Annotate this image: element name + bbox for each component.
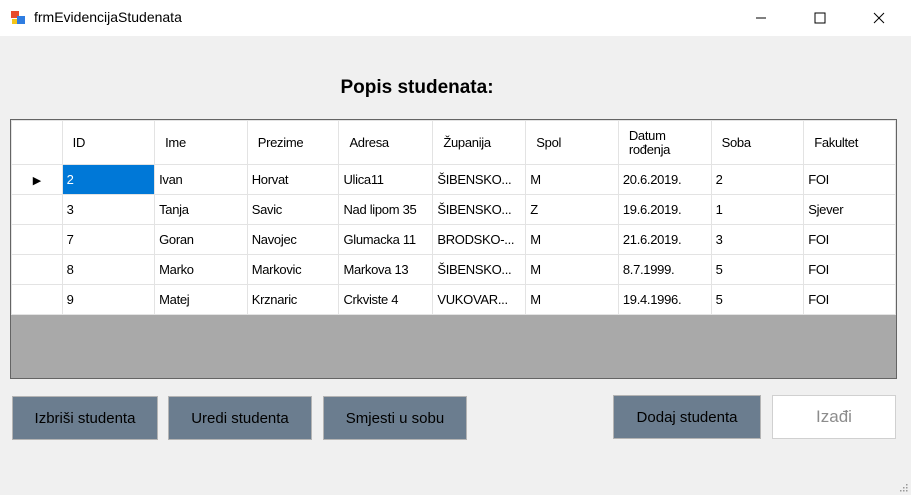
- delete-student-button[interactable]: Izbriši studenta: [12, 396, 158, 440]
- table-cell[interactable]: 2: [61, 164, 156, 195]
- column-header-fakultet[interactable]: Fakultet: [803, 120, 896, 165]
- table-cell[interactable]: 2: [710, 164, 805, 195]
- table-row[interactable]: 9 Matej Krznaric Crkviste 4 VUKOVAR... M…: [11, 284, 896, 315]
- header-row: ID Ime Prezime Adresa Županija Spol Datu…: [11, 120, 896, 165]
- row-header[interactable]: [11, 254, 63, 285]
- table-cell[interactable]: M: [525, 164, 619, 195]
- table-cell[interactable]: Markovic: [246, 254, 340, 285]
- close-icon: [873, 12, 885, 24]
- current-row-arrow-icon: ▶: [32, 175, 41, 187]
- table-cell[interactable]: Matej: [154, 284, 248, 315]
- table-cell[interactable]: 8.7.1999.: [617, 254, 712, 285]
- table-cell[interactable]: Horvat: [246, 164, 340, 195]
- table-cell[interactable]: 5: [710, 254, 805, 285]
- title-bar: frmEvidencijaStudenata: [0, 0, 911, 36]
- table-cell[interactable]: 21.6.2019.: [617, 224, 712, 255]
- table-cell[interactable]: M: [525, 284, 619, 315]
- close-button[interactable]: [856, 0, 902, 36]
- table-cell[interactable]: Sjever: [803, 194, 896, 225]
- column-header-spol[interactable]: Spol: [525, 120, 619, 165]
- table-cell[interactable]: M: [525, 224, 619, 255]
- row-header[interactable]: [11, 224, 63, 255]
- table-cell[interactable]: Ulica11: [338, 164, 434, 195]
- row-header[interactable]: [11, 194, 63, 225]
- table-cell[interactable]: Crkviste 4: [338, 284, 434, 315]
- table-cell[interactable]: ŠIBENSKO...: [432, 164, 527, 195]
- table-cell[interactable]: 3: [710, 224, 805, 255]
- table-cell[interactable]: 19.6.2019.: [617, 194, 712, 225]
- table-row[interactable]: 7 Goran Navojec Glumacka 11 BRODSKO-... …: [11, 224, 896, 255]
- table-cell[interactable]: Savic: [246, 194, 340, 225]
- table-cell[interactable]: FOI: [803, 284, 896, 315]
- column-header-prezime[interactable]: Prezime: [246, 120, 340, 165]
- table-cell[interactable]: FOI: [803, 164, 896, 195]
- table-cell[interactable]: FOI: [803, 224, 896, 255]
- table-cell[interactable]: 5: [710, 284, 805, 315]
- table-cell[interactable]: Z: [525, 194, 619, 225]
- table-cell[interactable]: Nad lipom 35: [338, 194, 434, 225]
- table-cell[interactable]: 3: [61, 194, 156, 225]
- minimize-icon: [756, 17, 766, 19]
- table-cell[interactable]: Marko: [154, 254, 248, 285]
- table-cell[interactable]: 20.6.2019.: [617, 164, 712, 195]
- page-title: Popis studenata:: [340, 77, 494, 98]
- add-student-button[interactable]: Dodaj studenta: [613, 395, 761, 439]
- window-title: frmEvidencijaStudenata: [34, 9, 182, 25]
- column-header-zupanija[interactable]: Županija: [432, 120, 527, 165]
- column-header-ime[interactable]: Ime: [154, 120, 248, 165]
- table-cell[interactable]: FOI: [803, 254, 896, 285]
- table-cell[interactable]: M: [525, 254, 619, 285]
- column-header-adresa[interactable]: Adresa: [338, 120, 434, 165]
- row-header-corner: [11, 120, 63, 165]
- table-cell[interactable]: 1: [710, 194, 805, 225]
- maximize-button[interactable]: [797, 0, 843, 36]
- column-header-id[interactable]: ID: [61, 120, 156, 165]
- app-icon: [11, 11, 25, 24]
- resize-grip-icon[interactable]: [898, 482, 908, 492]
- table-cell[interactable]: 7: [61, 224, 156, 255]
- table-row[interactable]: 8 Marko Markovic Markova 13 ŠIBENSKO... …: [11, 254, 896, 285]
- table-cell[interactable]: VUKOVAR...: [432, 284, 527, 315]
- exit-button[interactable]: Izađi: [772, 395, 896, 439]
- table-cell[interactable]: Goran: [154, 224, 248, 255]
- table-cell[interactable]: ŠIBENSKO...: [432, 254, 527, 285]
- assign-room-button[interactable]: Smjesti u sobu: [323, 396, 467, 440]
- row-header[interactable]: [11, 284, 63, 315]
- table-cell[interactable]: Navojec: [246, 224, 340, 255]
- students-data-grid[interactable]: ID Ime Prezime Adresa Županija Spol Datu…: [10, 119, 897, 379]
- table-cell[interactable]: Glumacka 11: [338, 224, 434, 255]
- table-cell[interactable]: 19.4.1996.: [617, 284, 712, 315]
- table-cell[interactable]: Tanja: [154, 194, 248, 225]
- table-cell[interactable]: Ivan: [154, 164, 248, 195]
- table-cell[interactable]: Krznaric: [246, 284, 340, 315]
- table-row[interactable]: 3 Tanja Savic Nad lipom 35 ŠIBENSKO... Z…: [11, 194, 896, 225]
- table-cell[interactable]: 8: [61, 254, 156, 285]
- table-row[interactable]: ▶ 2 Ivan Horvat Ulica11 ŠIBENSKO... M 20…: [11, 164, 896, 195]
- row-header[interactable]: ▶: [11, 164, 63, 195]
- maximize-icon: [814, 12, 826, 24]
- column-header-datum-rodenja[interactable]: Datum rođenja: [617, 120, 712, 165]
- table-cell[interactable]: ŠIBENSKO...: [432, 194, 527, 225]
- table-cell[interactable]: 9: [61, 284, 156, 315]
- table-cell[interactable]: Markova 13: [338, 254, 434, 285]
- column-header-soba[interactable]: Soba: [710, 120, 805, 165]
- minimize-button[interactable]: [738, 0, 784, 36]
- table-cell[interactable]: BRODSKO-...: [432, 224, 527, 255]
- edit-student-button[interactable]: Uredi studenta: [168, 396, 312, 440]
